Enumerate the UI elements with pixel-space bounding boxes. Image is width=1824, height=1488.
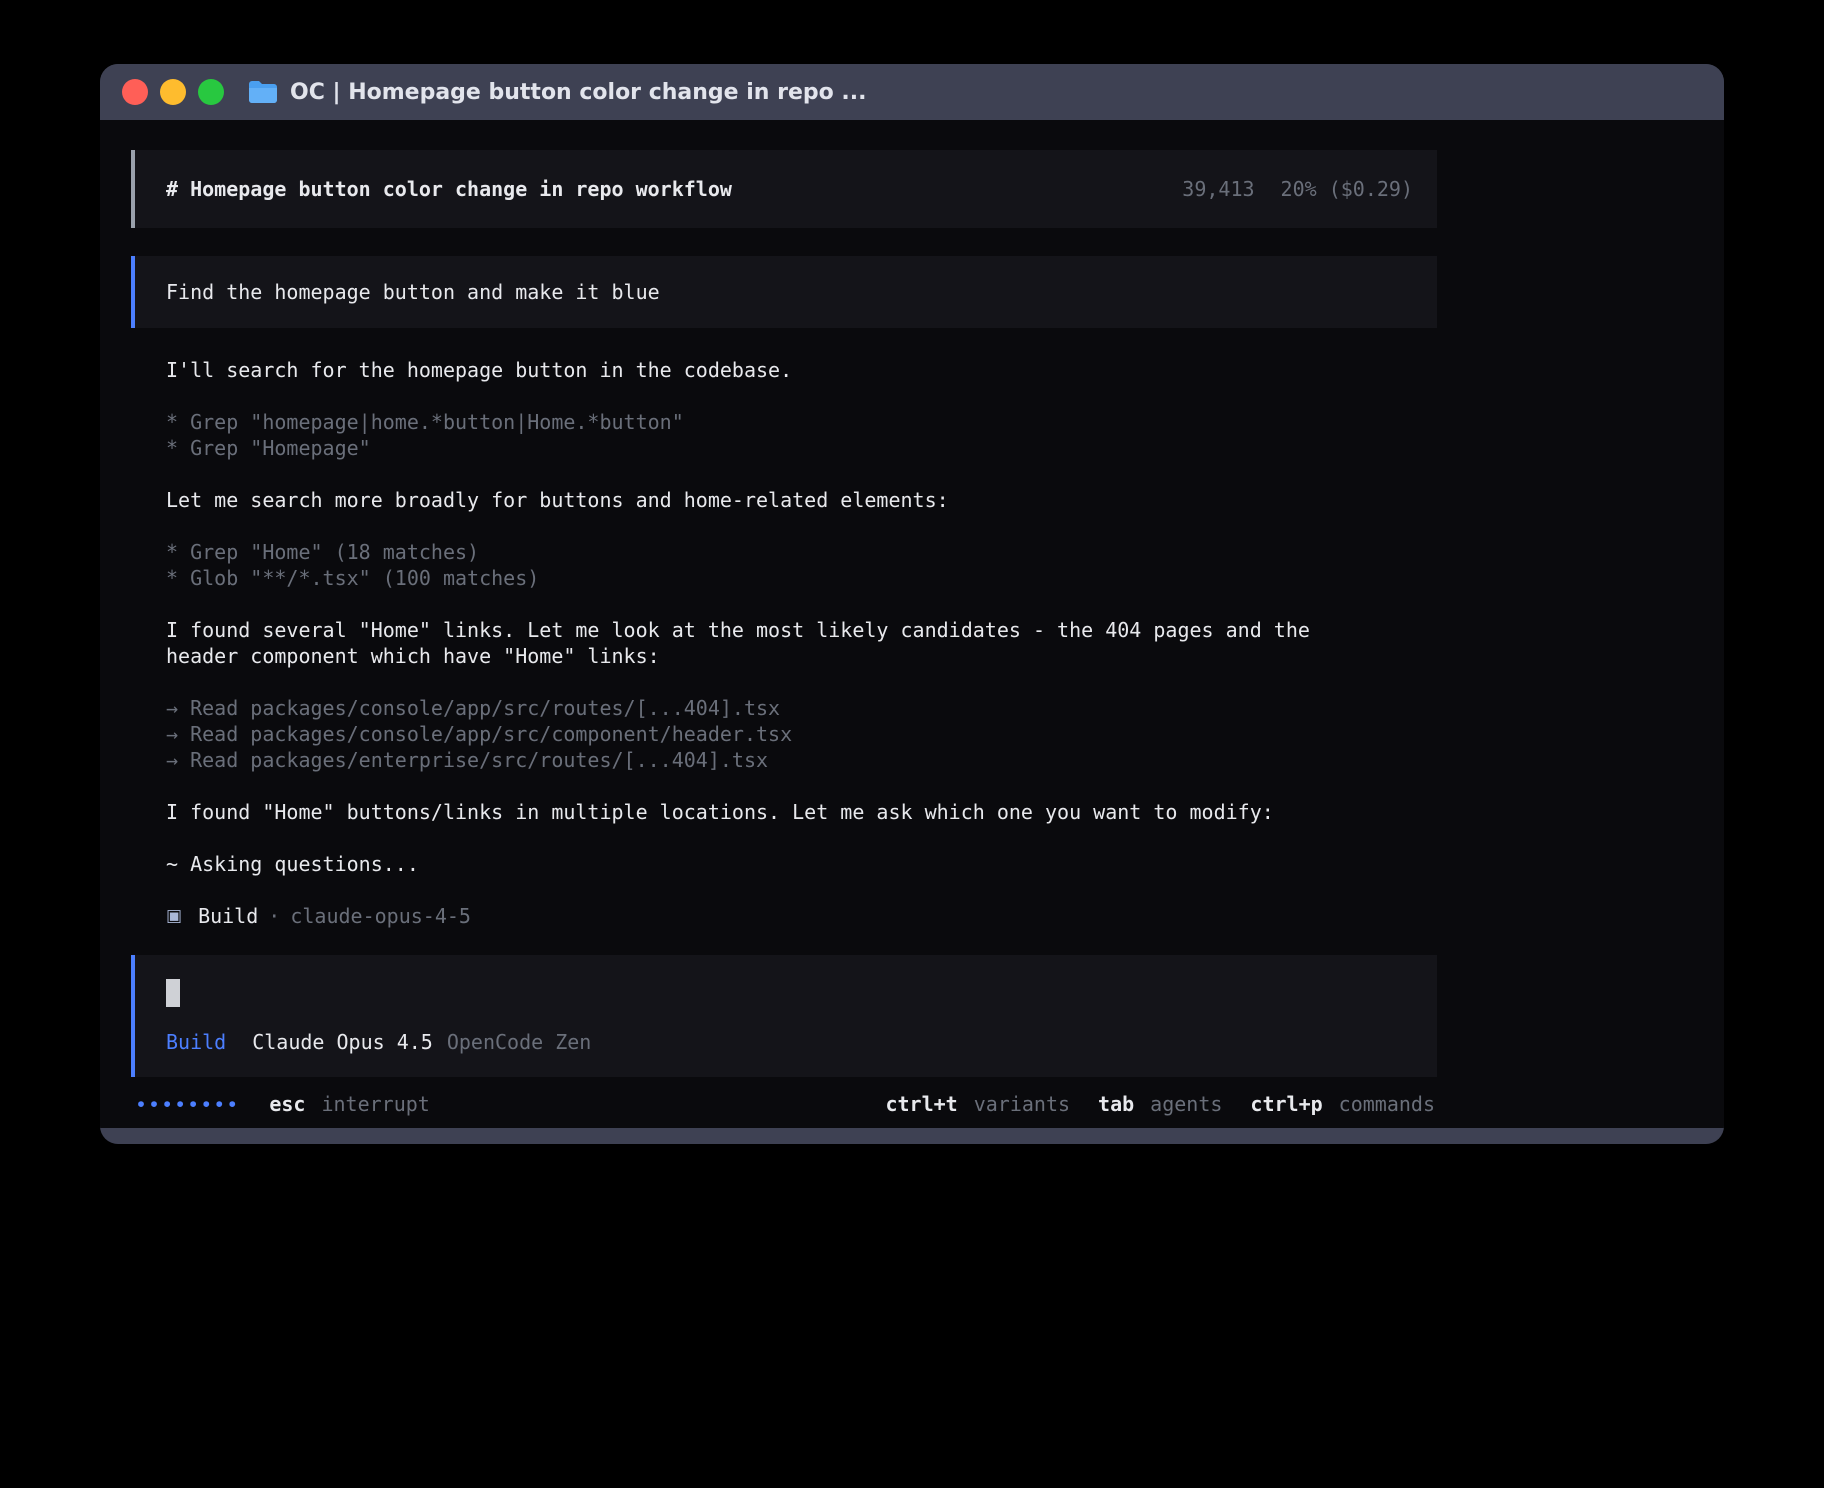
window-title: OC | Homepage button color change in rep… — [290, 80, 866, 105]
read-call-group: → Read packages/console/app/src/routes/[… — [166, 695, 1437, 773]
read-call: → Read packages/enterprise/src/routes/[.… — [166, 747, 1437, 773]
hint-agents: tab agents — [1098, 1091, 1222, 1117]
agent-icon: ▣ — [166, 903, 182, 929]
terminal-content: # Homepage button color change in repo w… — [100, 120, 1724, 1128]
close-button[interactable] — [122, 79, 148, 105]
hint-commands: ctrl+p commands — [1250, 1091, 1435, 1117]
model-label: Claude Opus 4.5 — [252, 1029, 433, 1055]
working-status: ~ Asking questions... — [166, 851, 1437, 877]
folder-icon — [248, 80, 278, 104]
assistant-transcript: I'll search for the homepage button in t… — [131, 357, 1437, 955]
tool-call: * Grep "Homepage" — [166, 435, 1437, 461]
status-bar-left: ∙∙∙∙∙∙∙∙ esc interrupt — [135, 1091, 430, 1117]
hint-variants: ctrl+t variants — [885, 1091, 1070, 1117]
tool-call-group: * Grep "homepage|home.*button|Home.*butt… — [166, 409, 1437, 461]
tool-call-group: * Grep "Home" (18 matches) * Glob "**/*.… — [166, 539, 1437, 591]
token-count: 39,413 — [1182, 176, 1254, 202]
assistant-paragraph: I found "Home" buttons/links in multiple… — [166, 799, 1437, 825]
user-message-text: Find the homepage button and make it blu… — [166, 279, 660, 305]
hint-key: tab — [1098, 1091, 1134, 1117]
esc-key-hint: esc — [269, 1091, 305, 1117]
tool-call: * Glob "**/*.tsx" (100 matches) — [166, 565, 1437, 591]
agent-status-line: ▣ Build · claude-opus-4-5 — [166, 903, 1437, 929]
tool-call: * Grep "homepage|home.*button|Home.*butt… — [166, 409, 1437, 435]
agent-model: claude-opus-4-5 — [290, 903, 471, 929]
tui-content: # Homepage button color change in repo w… — [131, 150, 1437, 1128]
terminal-window: OC | Homepage button color change in rep… — [100, 64, 1724, 1144]
prompt-input[interactable]: Build Claude Opus 4.5 OpenCode Zen — [131, 955, 1437, 1077]
hint-key: ctrl+t — [885, 1091, 957, 1117]
zoom-button[interactable] — [198, 79, 224, 105]
session-stats: 39,413 20% ($0.29) — [1182, 176, 1413, 202]
status-bar-right: ctrl+t variants tab agents ctrl+p comman… — [885, 1091, 1435, 1117]
context-usage: 20% ($0.29) — [1281, 176, 1413, 202]
spinner-dots-icon: ∙∙∙∙∙∙∙∙ — [135, 1091, 239, 1117]
read-call: → Read packages/console/app/src/componen… — [166, 721, 1437, 747]
input-footer: Build Claude Opus 4.5 OpenCode Zen — [166, 1029, 1413, 1055]
tool-call: * Grep "Home" (18 matches) — [166, 539, 1437, 565]
assistant-paragraph: Let me search more broadly for buttons a… — [166, 487, 1437, 513]
hint-key: ctrl+p — [1250, 1091, 1322, 1117]
assistant-paragraph: I found several "Home" links. Let me loo… — [166, 617, 1346, 669]
mode-label: Build — [166, 1029, 226, 1055]
user-message: Find the homepage button and make it blu… — [131, 256, 1437, 328]
text-cursor — [166, 979, 180, 1007]
provider-label: OpenCode Zen — [447, 1029, 592, 1055]
hint-label: variants — [974, 1091, 1070, 1117]
session-header: # Homepage button color change in repo w… — [131, 150, 1437, 228]
minimize-button[interactable] — [160, 79, 186, 105]
agent-name: Build — [198, 903, 258, 929]
traffic-lights — [122, 79, 224, 105]
esc-key-label: interrupt — [321, 1091, 429, 1117]
assistant-paragraph: I'll search for the homepage button in t… — [166, 357, 1437, 383]
hint-label: agents — [1150, 1091, 1222, 1117]
titlebar[interactable]: OC | Homepage button color change in rep… — [100, 64, 1724, 120]
agent-separator: · — [268, 903, 280, 929]
session-title: # Homepage button color change in repo w… — [166, 176, 732, 202]
status-bar: ∙∙∙∙∙∙∙∙ esc interrupt ctrl+t variants t… — [131, 1091, 1437, 1117]
hint-label: commands — [1339, 1091, 1435, 1117]
read-call: → Read packages/console/app/src/routes/[… — [166, 695, 1437, 721]
